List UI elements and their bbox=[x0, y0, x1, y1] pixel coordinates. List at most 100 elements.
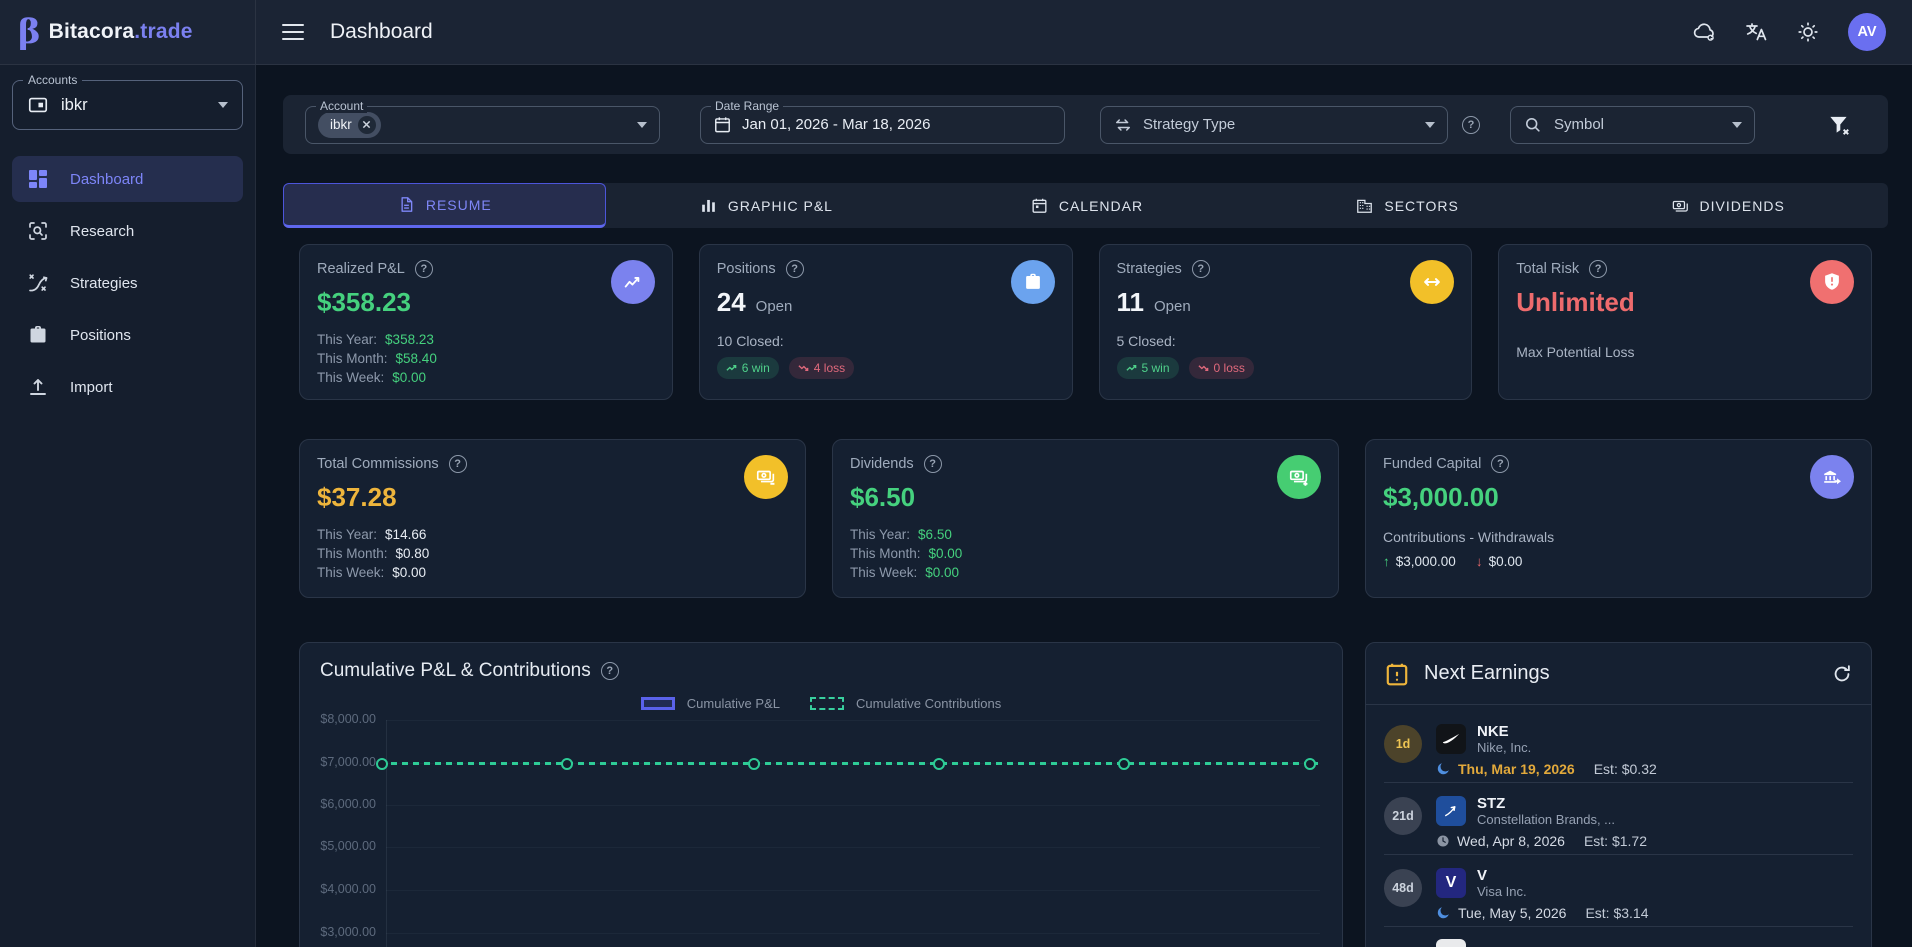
company-name: Visa Inc. bbox=[1477, 884, 1527, 900]
earnings-item-nke[interactable]: 1d NKE Nike, Inc. bbox=[1384, 711, 1853, 783]
earnings-date: Tue, May 5, 2026 bbox=[1458, 905, 1566, 921]
card-label: Total Risk bbox=[1516, 261, 1579, 277]
y-axis-tick: $3,000.00 bbox=[314, 925, 376, 939]
tab-calendar[interactable]: CALENDAR bbox=[926, 183, 1247, 228]
main-content: Account ibkr Date Range Jan 01, 2026 - M… bbox=[256, 64, 1912, 947]
kv-value: $14.66 bbox=[385, 527, 426, 542]
help-icon[interactable]: ? bbox=[1589, 260, 1607, 278]
date-range-value: Jan 01, 2026 - Mar 18, 2026 bbox=[742, 116, 930, 133]
kv-key: This Week: bbox=[850, 565, 917, 580]
tab-label: CALENDAR bbox=[1059, 198, 1143, 214]
trending-down-icon bbox=[798, 363, 809, 373]
account-filter[interactable]: Account ibkr bbox=[305, 106, 660, 144]
tab-dividends[interactable]: DIVIDENDS bbox=[1567, 183, 1888, 228]
positions-icon bbox=[26, 323, 50, 347]
company-name: Constellation Brands, ... bbox=[1477, 812, 1615, 828]
tab-graphic-pnl[interactable]: GRAPHIC P&L bbox=[606, 183, 927, 228]
earnings-item-oxy[interactable]: OXY bbox=[1384, 927, 1853, 947]
help-icon[interactable]: ? bbox=[924, 455, 942, 473]
kv-value: $58.40 bbox=[396, 351, 437, 366]
legend-swatch-pnl[interactable] bbox=[641, 697, 675, 710]
card-label: Realized P&L bbox=[317, 261, 405, 277]
brand-area: β Bitacora.trade bbox=[0, 0, 256, 64]
tab-bar: RESUME GRAPHIC P&L CALENDAR SECTORS bbox=[283, 183, 1888, 228]
symbol-input[interactable] bbox=[1552, 115, 1686, 134]
bottom-row: Cumulative P&L & Contributions ? Cumulat… bbox=[299, 642, 1872, 947]
clock-icon bbox=[1436, 834, 1450, 848]
bar-chart-icon bbox=[699, 196, 718, 215]
chevron-down-icon bbox=[637, 122, 647, 128]
help-icon[interactable]: ? bbox=[449, 455, 467, 473]
open-count: 24 bbox=[717, 287, 746, 318]
help-icon[interactable]: ? bbox=[786, 260, 804, 278]
filter-clear-icon[interactable] bbox=[1826, 112, 1852, 138]
avatar[interactable]: AV bbox=[1848, 13, 1886, 51]
payments-plus-icon bbox=[1277, 455, 1321, 499]
company-name: Nike, Inc. bbox=[1477, 740, 1531, 756]
gridline bbox=[386, 847, 1320, 848]
symbol-filter[interactable] bbox=[1510, 106, 1755, 144]
help-icon[interactable]: ? bbox=[1192, 260, 1210, 278]
menu-icon[interactable] bbox=[282, 24, 304, 40]
strategies-card: Strategies ? 11 Open 5 Closed: 5 bbox=[1099, 244, 1473, 400]
payments-icon bbox=[1671, 196, 1690, 215]
earnings-estimate: Est: $0.32 bbox=[1594, 761, 1657, 777]
kv-key: This Month: bbox=[850, 546, 921, 561]
series-point bbox=[561, 758, 573, 770]
legend-label-contributions[interactable]: Cumulative Contributions bbox=[856, 696, 1001, 711]
sidebar-item-research[interactable]: Research bbox=[12, 208, 243, 254]
legend-swatch-contributions[interactable] bbox=[810, 697, 844, 710]
loss-badge-label: 4 loss bbox=[814, 361, 845, 375]
sidebar-item-positions[interactable]: Positions bbox=[12, 312, 243, 358]
series-point bbox=[376, 758, 388, 770]
gridline bbox=[386, 720, 1320, 721]
earnings-item-stz[interactable]: 21d STZ Constellation Brands, ... bbox=[1384, 783, 1853, 855]
card-sub-label: Max Potential Loss bbox=[1516, 344, 1854, 360]
tab-resume[interactable]: RESUME bbox=[283, 183, 606, 228]
help-icon[interactable]: ? bbox=[1491, 455, 1509, 473]
dividends-card: Dividends ? $6.50 This Year:$6.50 This M… bbox=[832, 439, 1339, 598]
legend-label-pnl[interactable]: Cumulative P&L bbox=[687, 696, 780, 711]
account-filter-label: Account bbox=[316, 99, 367, 113]
earnings-date: Wed, Apr 8, 2026 bbox=[1457, 833, 1565, 849]
account-chip-label: ibkr bbox=[330, 117, 352, 132]
sidebar-item-import[interactable]: Import bbox=[12, 364, 243, 410]
card-label: Strategies bbox=[1117, 261, 1182, 277]
earnings-estimate: Est: $1.72 bbox=[1584, 833, 1647, 849]
account-chip[interactable]: ibkr bbox=[318, 112, 381, 138]
refresh-icon[interactable] bbox=[1831, 663, 1853, 685]
shield-alert-icon bbox=[1810, 260, 1854, 304]
earnings-list: 1d NKE Nike, Inc. bbox=[1366, 711, 1871, 947]
chart-legend: Cumulative P&L Cumulative Contributions bbox=[300, 696, 1342, 711]
brightness-icon[interactable] bbox=[1796, 20, 1820, 44]
tab-sectors[interactable]: SECTORS bbox=[1247, 183, 1568, 228]
sidebar-item-label: Strategies bbox=[70, 275, 138, 292]
kv-value: $6.50 bbox=[918, 527, 952, 542]
sidebar-item-strategies[interactable]: Strategies bbox=[12, 260, 243, 306]
tab-label: SECTORS bbox=[1384, 198, 1458, 214]
arrow-up-icon: ↑ bbox=[1383, 554, 1390, 569]
earnings-date: Thu, Mar 19, 2026 bbox=[1458, 761, 1575, 777]
accounts-select[interactable]: Accounts ibkr bbox=[12, 80, 243, 130]
help-icon[interactable]: ? bbox=[601, 662, 619, 680]
earnings-item-v[interactable]: 48d V V Visa Inc. bbox=[1384, 855, 1853, 927]
strategy-type-filter[interactable]: Strategy Type bbox=[1100, 106, 1448, 144]
cloud-sync-icon[interactable] bbox=[1692, 20, 1716, 44]
chart-line-icon bbox=[611, 260, 655, 304]
contributions-series-line bbox=[380, 762, 1318, 765]
brand-logo-icon: β bbox=[18, 15, 41, 49]
y-axis-tick: $4,000.00 bbox=[314, 882, 376, 896]
sidebar-item-dashboard[interactable]: Dashboard bbox=[12, 156, 243, 202]
calendar-icon bbox=[713, 115, 732, 134]
strategy-type-placeholder: Strategy Type bbox=[1143, 116, 1235, 133]
help-icon[interactable]: ? bbox=[415, 260, 433, 278]
page-title: Dashboard bbox=[330, 20, 433, 44]
tab-label: GRAPHIC P&L bbox=[728, 198, 833, 214]
chip-remove-icon[interactable] bbox=[358, 116, 376, 134]
help-icon[interactable]: ? bbox=[1462, 116, 1480, 134]
top-bar-main: Dashboard AV bbox=[256, 0, 1912, 64]
translate-icon[interactable] bbox=[1744, 20, 1768, 44]
ticker: STZ bbox=[1477, 795, 1615, 812]
date-range-filter[interactable]: Date Range Jan 01, 2026 - Mar 18, 2026 bbox=[700, 106, 1065, 144]
kv-value: $0.00 bbox=[392, 370, 426, 385]
